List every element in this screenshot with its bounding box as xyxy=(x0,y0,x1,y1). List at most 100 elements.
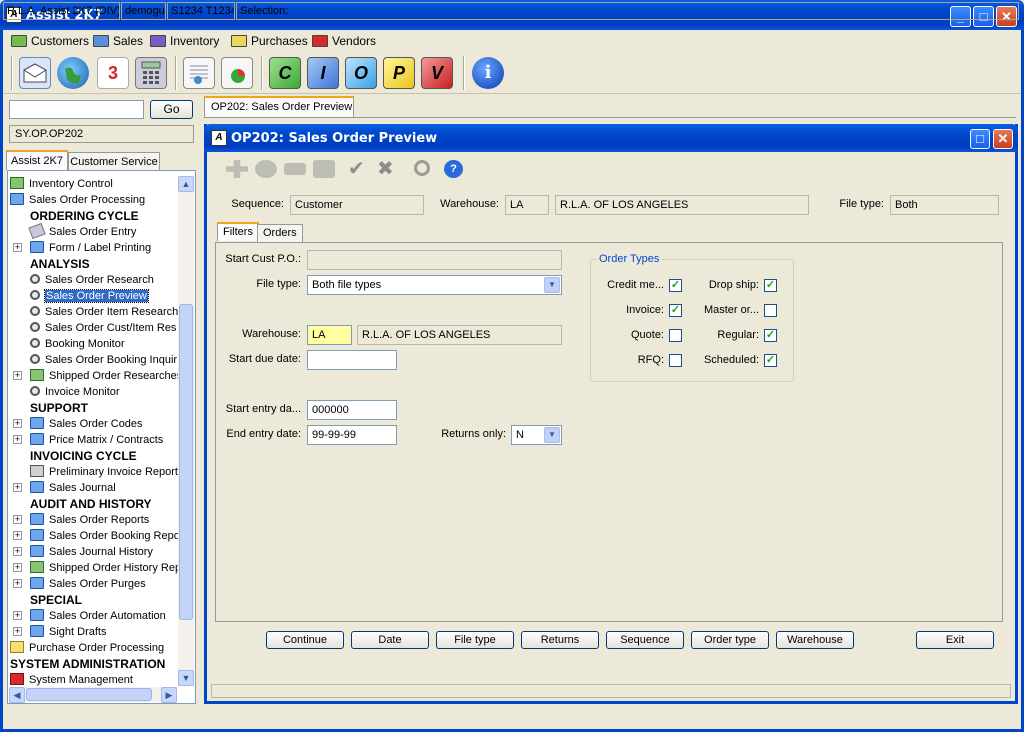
help-icon[interactable]: ? xyxy=(444,160,463,178)
expand-icon[interactable]: + xyxy=(13,419,22,428)
scroll-thumb[interactable] xyxy=(26,688,152,701)
drop-ship-checkbox[interactable]: ✓ xyxy=(764,279,777,292)
order-type-button[interactable]: Order type xyxy=(691,631,769,649)
scheduled-checkbox[interactable]: ✓ xyxy=(764,354,777,367)
expand-icon[interactable]: + xyxy=(13,627,22,636)
expand-icon[interactable]: + xyxy=(13,435,22,444)
tree-item[interactable]: Sales Order Research xyxy=(30,272,154,288)
tree-item[interactable]: Sales Order Item Research xyxy=(30,304,178,320)
continue-button[interactable]: Continue xyxy=(266,631,344,649)
tree-item[interactable]: + Sales Order Automation xyxy=(13,608,166,624)
print-icon[interactable] xyxy=(313,160,335,178)
rfq-checkbox[interactable] xyxy=(669,354,682,367)
tree-item[interactable]: + Price Matrix / Contracts xyxy=(13,432,163,448)
c-icon[interactable]: C xyxy=(269,57,301,89)
chevron-down-icon[interactable]: ▼ xyxy=(544,277,560,293)
tree-item[interactable]: Invoice Monitor xyxy=(30,384,120,400)
tree-item[interactable]: + Shipped Order Researches xyxy=(13,368,182,384)
tree-item[interactable]: Inventory Control xyxy=(10,176,113,192)
quote-checkbox[interactable] xyxy=(669,329,682,342)
expand-icon[interactable]: + xyxy=(13,563,22,572)
tree-item[interactable]: System Management xyxy=(10,672,133,688)
returns-only-select[interactable]: N ▼ xyxy=(511,425,562,445)
tree-item[interactable]: Purchase Order Processing xyxy=(10,640,164,656)
search-icon[interactable] xyxy=(414,160,430,176)
tab-assist-2k7[interactable]: Assist 2K7 xyxy=(6,150,68,170)
v-icon[interactable]: V xyxy=(421,57,453,89)
tree-item[interactable]: + Sales Order Codes xyxy=(13,416,143,432)
expand-icon[interactable]: + xyxy=(13,531,22,540)
i-icon[interactable]: I xyxy=(307,57,339,89)
sequence-button[interactable]: Sequence xyxy=(606,631,684,649)
p-icon[interactable]: P xyxy=(383,57,415,89)
mail-icon[interactable] xyxy=(19,57,51,89)
credit-memo-checkbox[interactable]: ✓ xyxy=(669,279,682,292)
tree-item[interactable]: Sales Order Processing xyxy=(10,192,145,208)
tree-item[interactable]: + Sales Journal History xyxy=(13,544,153,560)
warehouse-button[interactable]: Warehouse xyxy=(776,631,854,649)
tree-item[interactable]: Sales Order Cust/Item Res xyxy=(30,320,176,336)
tab-filters[interactable]: Filters xyxy=(217,222,259,241)
tree-item[interactable]: + Sales Order Reports xyxy=(13,512,149,528)
inner-maximize-button[interactable]: □ xyxy=(970,129,990,149)
scroll-thumb[interactable] xyxy=(179,304,193,620)
tree-item[interactable]: + Sales Journal xyxy=(13,480,116,496)
master-order-checkbox[interactable] xyxy=(764,304,777,317)
exit-button[interactable]: Exit xyxy=(916,631,994,649)
menu-customers[interactable]: Customers xyxy=(11,33,89,49)
scroll-right-icon[interactable]: ▶ xyxy=(161,687,177,703)
scroll-up-icon[interactable]: ▲ xyxy=(178,176,194,192)
calendar-icon[interactable]: 3 xyxy=(97,57,129,89)
menu-vendors[interactable]: Vendors xyxy=(312,33,376,49)
menu-sales[interactable]: Sales xyxy=(93,33,143,49)
tree-vertical-scrollbar[interactable]: ▲ ▼ xyxy=(178,176,194,686)
expand-icon[interactable]: + xyxy=(13,611,22,620)
tree-horizontal-scrollbar[interactable]: ◀ ▶ xyxy=(9,687,177,703)
expand-icon[interactable]: + xyxy=(13,547,22,556)
start-cust-po-field[interactable] xyxy=(307,250,562,270)
o-icon[interactable]: O xyxy=(345,57,377,89)
delete-row-icon[interactable] xyxy=(284,163,306,175)
tree-item[interactable]: Sales Order Entry xyxy=(28,223,136,240)
tree-item[interactable]: Booking Monitor xyxy=(30,336,125,352)
calculator-icon[interactable] xyxy=(135,57,167,89)
menu-purchases[interactable]: Purchases xyxy=(231,33,308,49)
inner-close-button[interactable]: ✕ xyxy=(993,129,1013,149)
start-entry-date-input[interactable]: 000000 xyxy=(307,400,397,420)
scroll-left-icon[interactable]: ◀ xyxy=(9,687,25,703)
accept-icon[interactable]: ✔ xyxy=(348,159,370,179)
invoice-checkbox[interactable]: ✓ xyxy=(669,304,682,317)
tree-item[interactable]: Sales Order Preview xyxy=(30,288,149,304)
info-icon[interactable]: i xyxy=(472,57,504,89)
tab-orders[interactable]: Orders xyxy=(257,224,303,242)
tree-item[interactable]: + Shipped Order History Rep xyxy=(13,560,181,576)
end-entry-date-input[interactable]: 99-99-99 xyxy=(307,425,397,445)
go-button[interactable]: Go xyxy=(150,100,193,119)
tree-item[interactable]: + Form / Label Printing xyxy=(13,240,151,256)
expand-icon[interactable]: + xyxy=(13,515,22,524)
tab-customer-service[interactable]: Customer Service xyxy=(68,152,160,170)
chevron-down-icon[interactable]: ▼ xyxy=(544,427,560,443)
start-due-date-input[interactable] xyxy=(307,350,397,370)
tab-op202[interactable]: OP202: Sales Order Preview xyxy=(204,96,354,118)
file-type-button[interactable]: File type xyxy=(436,631,514,649)
tree-item[interactable]: Preliminary Invoice Report xyxy=(30,464,178,480)
warehouse-code-input[interactable]: LA xyxy=(307,325,352,345)
document-icon[interactable] xyxy=(183,57,215,89)
returns-button[interactable]: Returns xyxy=(521,631,599,649)
expand-icon[interactable]: + xyxy=(13,371,22,380)
globe-icon[interactable] xyxy=(57,57,89,89)
tree-item[interactable]: + Sales Order Purges xyxy=(13,576,146,592)
search-input[interactable] xyxy=(9,100,144,119)
chart-report-icon[interactable] xyxy=(221,57,253,89)
cancel-icon[interactable]: ✖ xyxy=(377,159,399,179)
tree-item[interactable]: Sales Order Booking Inquir xyxy=(30,352,177,368)
comment-icon[interactable] xyxy=(255,160,277,178)
regular-checkbox[interactable]: ✓ xyxy=(764,329,777,342)
expand-icon[interactable]: + xyxy=(13,579,22,588)
tree-item[interactable]: + Sight Drafts xyxy=(13,624,106,640)
expand-icon[interactable]: + xyxy=(13,483,22,492)
date-button[interactable]: Date xyxy=(351,631,429,649)
expand-icon[interactable]: + xyxy=(13,243,22,252)
scroll-down-icon[interactable]: ▼ xyxy=(178,670,194,686)
